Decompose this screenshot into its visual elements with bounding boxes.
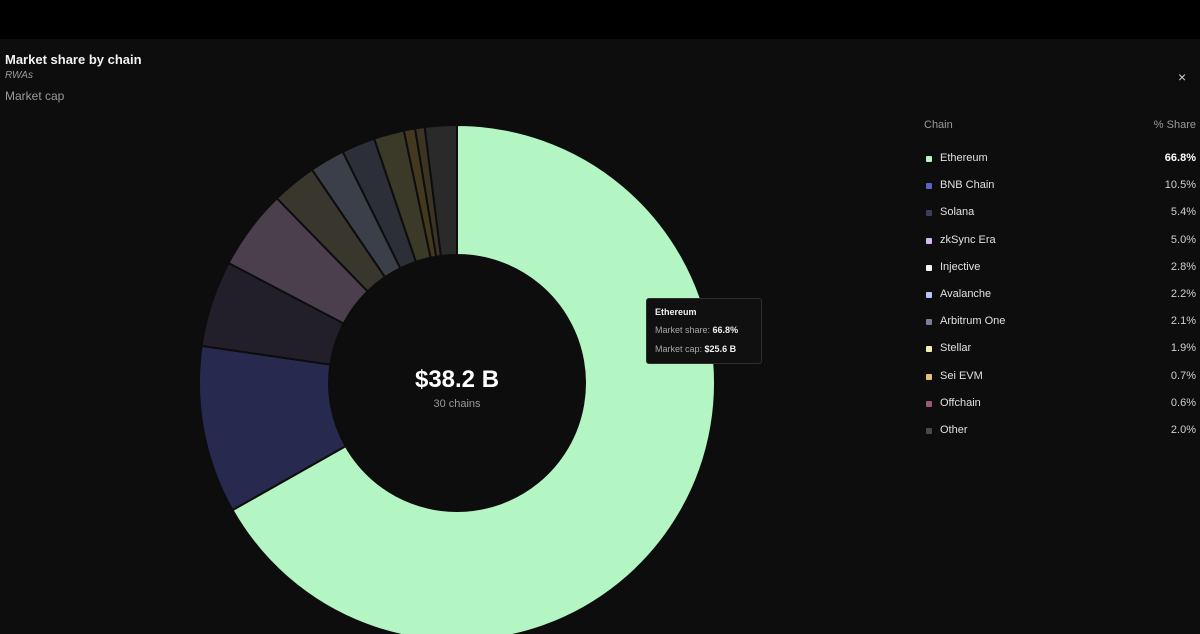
- legend-swatch: [926, 183, 932, 190]
- legend-header: Chain % Share: [924, 119, 1196, 139]
- legend-item-avalanche[interactable]: Avalanche 2.2%: [924, 288, 1196, 315]
- legend-item-offchain[interactable]: Offchain 0.6%: [924, 397, 1196, 424]
- chain-legend: Chain % Share Ethereum 66.8% BNB Chain 10.5…: [924, 119, 1196, 436]
- legend-item-stellar[interactable]: Stellar 1.9%: [924, 342, 1196, 369]
- legend-chain-name: Ethereum: [940, 152, 988, 164]
- legend-item-other[interactable]: Other 2.0%: [924, 424, 1196, 451]
- legend-chain-name: Sei EVM: [940, 369, 983, 382]
- legend-chain-name: Stellar: [940, 342, 972, 355]
- legend-share-value: 5.4%: [1170, 206, 1196, 219]
- legend-swatch: [926, 319, 932, 326]
- center-chain-count: 30 chains: [433, 398, 481, 410]
- center-total-value: $38.2 B: [414, 366, 500, 393]
- legend-item-bnb-chain[interactable]: BNB Chain 10.5%: [924, 179, 1196, 206]
- legend-share-value: 2.1%: [1170, 315, 1196, 328]
- tooltip-share-label: Market share:: [655, 325, 711, 335]
- legend-item-solana[interactable]: Solana 5.4%: [924, 206, 1196, 233]
- legend-chain-name: zkSync Era: [940, 233, 996, 246]
- legend-swatch: [926, 400, 932, 407]
- legend-chain-name: Avalanche: [940, 287, 992, 300]
- legend-share-value: 5.0%: [1170, 233, 1196, 246]
- tooltip-cap-row: Market cap: $25.6 B: [655, 344, 736, 354]
- donut-chart: [198, 123, 716, 634]
- tooltip-cap-label: Market cap:: [655, 344, 703, 354]
- tooltip-share-value: 66.8%: [712, 325, 739, 335]
- legend-share-value: 2.0%: [1170, 423, 1196, 436]
- legend-share-value: 1.9%: [1170, 342, 1196, 355]
- legend-chain-name: Other: [940, 423, 968, 436]
- legend-item-arbitrum-one[interactable]: Arbitrum One 2.1%: [924, 315, 1196, 342]
- legend-share-value: 66.8%: [1164, 152, 1196, 164]
- chart-panel: Market share by chain RWAs Market cap × …: [0, 39, 1200, 634]
- legend-col-chain: Chain: [924, 119, 953, 131]
- legend-share-value: 2.2%: [1170, 287, 1196, 300]
- legend-chain-name: Arbitrum One: [940, 315, 1006, 328]
- legend-share-value: 0.6%: [1170, 396, 1196, 409]
- legend-rows: Ethereum 66.8% BNB Chain 10.5% Solana 5.4% zkS…: [924, 152, 1196, 451]
- legend-item-injective[interactable]: Injective 2.8%: [924, 261, 1196, 288]
- legend-share-value: 10.5%: [1164, 179, 1196, 192]
- legend-swatch: [926, 291, 932, 298]
- legend-col-share: % Share: [1153, 119, 1196, 131]
- tooltip-share-row: Market share: 66.8%: [655, 325, 738, 335]
- legend-swatch: [926, 237, 932, 244]
- legend-item-ethereum[interactable]: Ethereum 66.8%: [924, 152, 1196, 179]
- legend-item-zksync-era[interactable]: zkSync Era 5.0%: [924, 234, 1196, 261]
- legend-swatch: [926, 264, 932, 271]
- chart-tooltip: Ethereum Market share: 66.8% Market cap:…: [646, 298, 762, 364]
- legend-item-sei-evm[interactable]: Sei EVM 0.7%: [924, 370, 1196, 397]
- close-icon[interactable]: ×: [1178, 70, 1186, 84]
- legend-chain-name: Solana: [940, 206, 975, 219]
- tooltip-title: Ethereum: [655, 307, 697, 317]
- legend-chain-name: Injective: [940, 260, 981, 273]
- legend-share-value: 2.8%: [1170, 260, 1196, 273]
- tooltip-cap-value: $25.6 B: [704, 344, 737, 354]
- legend-swatch: [926, 373, 932, 380]
- legend-swatch: [926, 346, 932, 353]
- legend-swatch: [926, 210, 932, 217]
- legend-swatch: [926, 427, 932, 434]
- legend-chain-name: Offchain: [940, 396, 981, 409]
- legend-share-value: 0.7%: [1170, 369, 1196, 382]
- legend-chain-name: BNB Chain: [940, 179, 995, 192]
- legend-swatch: [926, 156, 932, 162]
